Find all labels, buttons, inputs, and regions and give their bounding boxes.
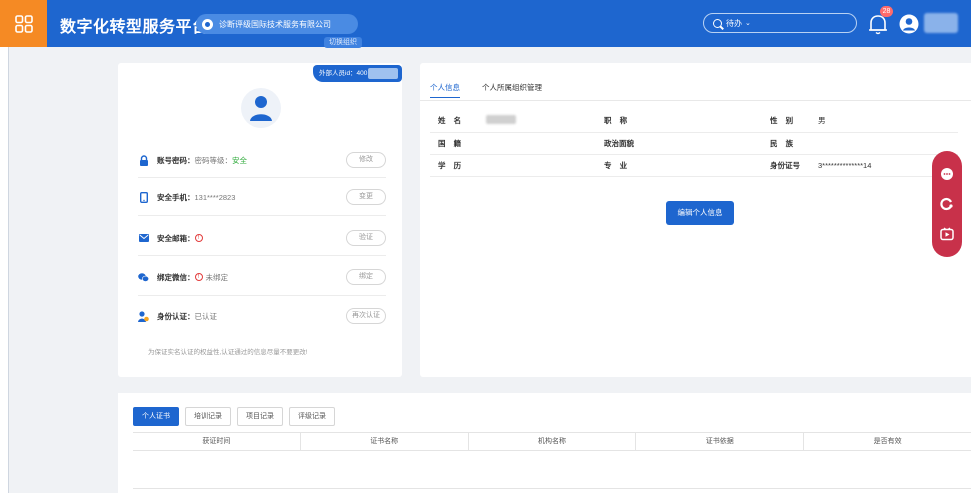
column-header[interactable]: 获证时间	[133, 433, 301, 450]
lock-icon	[138, 154, 149, 166]
todo-label: 待办	[726, 18, 742, 28]
wechat-value: 未绑定	[205, 272, 229, 282]
certificates-table-body	[133, 451, 971, 489]
title-key: 职 称	[596, 110, 644, 133]
chat-icon[interactable]	[940, 167, 954, 181]
political-status-value	[644, 132, 762, 155]
id-number-key: 身份证号	[762, 154, 810, 177]
org-selector[interactable]: 诊断评级国际技术服务有限公司	[196, 14, 358, 34]
divider	[138, 215, 386, 216]
table-row: 国 籍 政治面貌 民 族	[430, 132, 958, 155]
phone-icon	[138, 191, 149, 203]
floating-toolbar	[932, 151, 962, 257]
tab-personal-info[interactable]: 个人信息	[430, 82, 460, 98]
notification-badge: 28	[880, 6, 893, 17]
avatar-person-icon	[250, 96, 272, 121]
headset-icon[interactable]	[940, 197, 954, 211]
major-value	[644, 154, 762, 177]
major-key: 专 业	[596, 154, 644, 177]
ethnicity-value	[810, 132, 958, 155]
password-row: 账号密码： 密码等级： 安全 修改	[138, 149, 386, 171]
reverify-identity-button[interactable]: 再次认证	[346, 308, 386, 324]
nationality-key: 国 籍	[430, 132, 478, 155]
email-row: 安全邮箱： ! 验证	[138, 227, 386, 249]
education-key: 学 历	[430, 154, 478, 177]
identity-value: 已认证	[194, 311, 218, 321]
search-icon	[713, 18, 722, 28]
edit-profile-button[interactable]: 编辑个人信息	[666, 201, 734, 225]
name-key: 姓 名	[430, 110, 478, 133]
password-status: 安全	[232, 155, 247, 165]
gender-key: 性 别	[762, 110, 810, 133]
tab-project-records[interactable]: 项目记录	[237, 407, 283, 426]
tabs-divider	[420, 100, 971, 101]
records-panel: 个人证书 培训记录 项目记录 评级记录 获证时间 证书名称 机构名称 证书依据 …	[118, 393, 971, 493]
left-edge	[0, 47, 9, 493]
political-status-key: 政治面貌	[596, 132, 644, 155]
identity-icon	[138, 310, 149, 322]
change-password-button[interactable]: 修改	[346, 152, 386, 168]
divider	[138, 295, 386, 296]
personal-info-panel: 个人信息 个人所属组织管理 姓 名 职 称 性 别 男 国 籍 政治面貌 民 族…	[420, 63, 971, 377]
warning-icon: !	[194, 234, 203, 242]
gender-value: 男	[810, 110, 958, 133]
wechat-row: 绑定微信： ! 未绑定 绑定	[138, 266, 386, 288]
todo-search-box[interactable]: 待办 ⌄	[703, 13, 857, 33]
warning-icon: !	[194, 273, 203, 281]
phone-value: 131****2823	[194, 192, 236, 202]
mail-icon	[138, 233, 149, 244]
chevron-down-icon: ⌄	[745, 20, 751, 27]
top-header: 数字化转型服务平台 诊断评级国际技术服务有限公司 切换组织 待办 ⌄ 28	[0, 0, 971, 48]
column-header[interactable]: 证书依据	[636, 433, 805, 450]
tab-training-records[interactable]: 培训记录	[185, 407, 231, 426]
org-icon	[202, 18, 213, 30]
identity-row: 身份认证： 已认证 再次认证	[138, 305, 386, 327]
education-value	[478, 154, 596, 177]
switch-org-button[interactable]: 切换组织	[324, 37, 362, 48]
divider	[138, 255, 386, 256]
tab-personal-certificates[interactable]: 个人证书	[133, 407, 179, 426]
bind-wechat-button[interactable]: 绑定	[346, 269, 386, 285]
ethnicity-key: 民 族	[762, 132, 810, 155]
wechat-icon	[138, 272, 149, 283]
phone-row: 安全手机： 131****2823 变更	[138, 186, 386, 208]
org-name: 诊断评级国际技术服务有限公司	[219, 19, 331, 29]
external-id-redacted	[368, 68, 398, 79]
phone-label: 安全手机：	[157, 192, 195, 202]
identity-label: 身份认证：	[157, 311, 195, 321]
tab-rating-records[interactable]: 评级记录	[289, 407, 335, 426]
password-label: 账号密码：	[157, 155, 195, 165]
external-id-tag: 外部人员id：400	[313, 65, 402, 82]
switch-org-label: 切换组织	[329, 39, 357, 46]
wechat-label: 绑定微信：	[157, 272, 195, 282]
info-tabs: 个人信息 个人所属组织管理	[430, 82, 542, 98]
video-icon[interactable]	[940, 227, 954, 241]
change-phone-button[interactable]: 变更	[346, 189, 386, 205]
user-icon[interactable]	[899, 14, 919, 34]
nationality-value	[478, 132, 596, 155]
tab-org-management[interactable]: 个人所属组织管理	[482, 82, 542, 98]
records-tabs: 个人证书 培训记录 项目记录 评级记录	[133, 407, 335, 426]
app-grid-icon[interactable]	[0, 0, 47, 47]
personal-info-table: 姓 名 职 称 性 别 男 国 籍 政治面貌 民 族 学 历 专 业 身份证号 …	[430, 110, 958, 177]
avatar[interactable]	[241, 88, 281, 128]
column-header[interactable]: 证书名称	[301, 433, 469, 450]
table-row: 姓 名 职 称 性 别 男	[430, 110, 958, 133]
title-value	[644, 110, 762, 133]
certificates-table-header: 获证时间 证书名称 机构名称 证书依据 是否有效	[133, 432, 971, 451]
verify-email-button[interactable]: 验证	[346, 230, 386, 246]
column-header[interactable]: 是否有效	[804, 433, 971, 450]
email-label: 安全邮箱：	[157, 233, 195, 243]
account-security-panel: 外部人员id：400 账号密码： 密码等级： 安全 修改 安全手机： 131**…	[118, 63, 402, 377]
app-title: 数字化转型服务平台	[60, 19, 209, 36]
password-level-label: 密码等级：	[194, 155, 233, 165]
name-redacted	[486, 115, 516, 125]
identity-note: 为保证实名认证的权益性,认证通过的信息尽量不要更改!	[148, 349, 308, 356]
user-name-redacted[interactable]	[924, 13, 958, 33]
table-row: 学 历 专 业 身份证号 3**************14	[430, 154, 958, 177]
divider	[138, 177, 386, 178]
name-value	[478, 110, 596, 133]
external-id-label: 外部人员id：400	[319, 70, 368, 77]
column-header[interactable]: 机构名称	[469, 433, 637, 450]
